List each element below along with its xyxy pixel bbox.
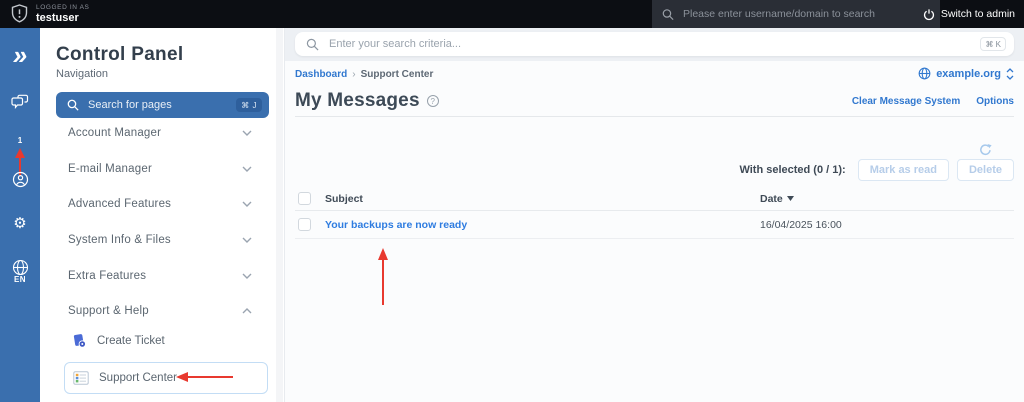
nav-item-extra-features[interactable]: Extra Features [40,258,276,294]
user-search-input[interactable] [683,8,930,20]
global-search-bar[interactable]: ⌘ K [295,32,1014,56]
date-header-label: Date [760,193,783,205]
logged-in-as-label: LOGGED IN AS [36,4,89,11]
sort-desc-icon [787,196,794,201]
settings-gear-icon[interactable]: ⚙ [0,216,40,232]
panel-subtitle: Navigation [56,68,108,80]
refresh-icon[interactable] [979,143,992,156]
date-header[interactable]: Date [760,193,1014,205]
annotation-arrow-support-center [176,370,234,384]
main-content: ⌘ K Dashboard › Support Center example.o… [285,28,1024,402]
directadmin-control-panel: LOGGED IN AS testuser Switch to admin » [0,0,1024,402]
username-label: testuser [36,12,89,24]
breadcrumb: Dashboard › Support Center [295,69,433,80]
options-link[interactable]: Options [976,96,1014,107]
account-icon[interactable] [0,171,40,188]
chevron-up-icon [242,308,252,314]
search-icon [67,99,79,111]
user-search-bar[interactable] [652,0,940,28]
global-search-input[interactable] [329,38,970,50]
breadcrumb-dashboard-link[interactable]: Dashboard [295,69,347,80]
globe-icon [918,67,931,80]
login-info: LOGGED IN AS testuser [36,4,89,23]
switch-to-admin-button[interactable]: Switch to admin [923,0,1015,28]
message-date-cell: 16/04/2025 16:00 [760,219,1014,231]
selection-toolbar: With selected (0 / 1): Mark as read Dele… [739,159,1014,181]
directadmin-logo[interactable]: » [0,42,40,68]
nav-item-label: System Info & Files [68,234,171,246]
language-code-label: EN [0,275,40,284]
ticket-icon [72,333,87,348]
subject-header[interactable]: Subject [325,193,760,205]
nav-subitem-support-center[interactable]: Support Center [64,362,268,394]
breadcrumb-separator: › [352,69,355,80]
nav-item-email-manager[interactable]: E-mail Manager [40,151,276,187]
power-icon [923,8,935,21]
updown-chevrons-icon [1006,68,1014,80]
switch-to-admin-label: Switch to admin [941,8,1015,20]
message-subject-link[interactable]: Your backups are now ready [325,219,467,231]
language-globe-icon[interactable] [0,259,40,276]
nav-menu: Account Manager E-mail Manager Advanced … [40,115,276,329]
mark-as-read-button[interactable]: Mark as read [858,159,949,181]
page-search-label: Search for pages [88,99,172,111]
navigation-panel: Control Panel Navigation Search for page… [40,28,285,402]
shortcut-badge-cmd-k: ⌘ K [980,37,1006,51]
nav-item-label: Extra Features [68,270,146,282]
delete-button[interactable]: Delete [957,159,1014,181]
messages-table: Subject Date Your backups are now ready … [295,187,1014,239]
messages-icon[interactable] [0,94,40,109]
message-subject-cell: Your backups are now ready [325,219,760,231]
support-center-icon [73,371,89,385]
breadcrumb-current: Support Center [361,69,434,80]
nav-scrollbar[interactable] [276,28,283,402]
table-header-row: Subject Date [295,187,1014,211]
page-title-row: My Messages ? [295,90,439,112]
logged-in-block: LOGGED IN AS testuser [0,4,89,23]
page-title: My Messages [295,90,420,112]
nav-subitem-label: Create Ticket [97,335,165,347]
nav-item-label: E-mail Manager [68,163,152,175]
nav-item-label: Support & Help [68,305,149,317]
chevron-down-icon [242,237,252,243]
annotation-arrow-message [376,248,390,306]
select-all-cell [295,192,325,205]
shield-alert-icon [11,4,28,23]
message-count-badge: 1 [0,136,40,145]
chevron-down-icon [242,201,252,207]
shortcut-badge-cmd-j: ⌘ J [236,98,262,112]
with-selected-label: With selected (0 / 1): [739,164,845,176]
domain-selector[interactable]: example.org [918,67,1014,80]
row-select-cell [295,218,325,231]
title-divider [295,116,1014,117]
search-icon [306,38,319,51]
nav-item-label: Advanced Features [68,198,171,210]
message-date-value: 16/04/2025 16:00 [760,219,842,231]
nav-item-support-help[interactable]: Support & Help [40,293,276,329]
search-icon [662,8,674,21]
nav-item-account-manager[interactable]: Account Manager [40,115,276,151]
nav-item-system-info-files[interactable]: System Info & Files [40,222,276,258]
table-row: Your backups are now ready 16/04/2025 16… [295,211,1014,239]
nav-subitem-create-ticket[interactable]: Create Ticket [72,333,165,348]
top-bar: LOGGED IN AS testuser Switch to admin [0,0,1024,28]
chevron-down-icon [242,130,252,136]
icon-rail: » 1 ⚙ [0,28,40,402]
header-actions: Clear Message System Options [852,96,1014,107]
help-icon[interactable]: ? [427,95,439,107]
row-checkbox[interactable] [298,218,311,231]
nav-item-label: Account Manager [68,127,161,139]
nav-item-advanced-features[interactable]: Advanced Features [40,186,276,222]
panel-title: Control Panel [56,44,183,66]
nav-subitem-label: Support Center [99,372,177,384]
clear-message-system-link[interactable]: Clear Message System [852,96,960,107]
chevron-down-icon [242,166,252,172]
select-all-checkbox[interactable] [298,192,311,205]
chevron-down-icon [242,273,252,279]
domain-label: example.org [936,68,1001,80]
